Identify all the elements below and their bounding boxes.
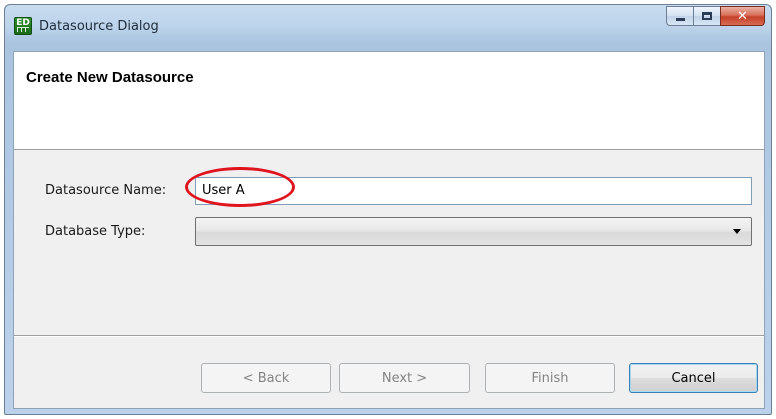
- app-icon: ED: [14, 17, 32, 35]
- minimize-button[interactable]: [666, 6, 693, 26]
- maximize-button[interactable]: [693, 6, 720, 26]
- close-icon: ✕: [737, 8, 748, 24]
- next-button[interactable]: Next >: [339, 363, 470, 393]
- datasource-name-input[interactable]: User A: [195, 177, 752, 205]
- button-bar-divider: [14, 335, 764, 337]
- database-type-select[interactable]: [195, 217, 752, 246]
- wizard-header-panel: Create New Datasource: [14, 52, 764, 150]
- datasource-name-label: Datasource Name:: [45, 183, 167, 198]
- close-button[interactable]: ✕: [720, 6, 765, 26]
- app-icon-grid: [17, 27, 29, 32]
- window-controls: ✕: [666, 6, 765, 26]
- window-title: Datasource Dialog: [39, 19, 159, 34]
- page-title: Create New Datasource: [26, 69, 194, 86]
- chevron-down-icon[interactable]: [733, 229, 741, 234]
- back-button[interactable]: < Back: [201, 363, 331, 393]
- maximize-icon: [702, 12, 712, 20]
- dialog-client-area: Create New Datasource Datasource Name: U…: [13, 51, 765, 409]
- database-type-label: Database Type:: [45, 224, 146, 239]
- title-bar[interactable]: ED Datasource Dialog ✕: [5, 5, 771, 45]
- minimize-icon: [675, 17, 685, 21]
- finish-button[interactable]: Finish: [485, 363, 615, 393]
- cancel-button[interactable]: Cancel: [629, 363, 758, 393]
- datasource-dialog-window: ED Datasource Dialog ✕ Create New Dataso…: [4, 4, 772, 415]
